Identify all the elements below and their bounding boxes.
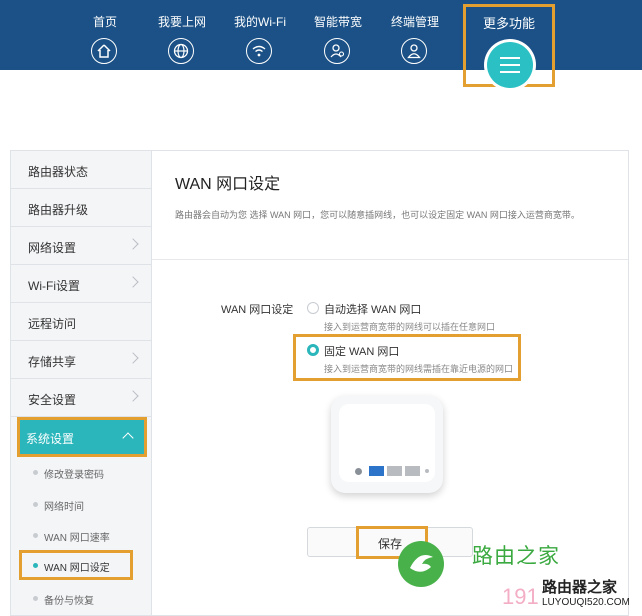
sidebar-subitem-label: 修改登录密码 — [44, 470, 104, 481]
option-fixed-wan-title[interactable]: 固定 WAN 网口 — [324, 343, 399, 359]
bullet-icon — [33, 470, 38, 475]
chevron-right-icon — [127, 390, 139, 402]
router-illustration — [331, 396, 443, 493]
sidebar-subitem-wan-speed[interactable]: WAN 网口速率 — [11, 520, 151, 551]
sidebar-item-security-settings[interactable]: 安全设置 — [11, 379, 151, 417]
sidebar-item-wifi-settings[interactable]: Wi-Fi设置 — [11, 265, 151, 303]
sidebar-item-system-settings[interactable]: 系统设置 — [17, 417, 147, 457]
radio-auto-wan[interactable] — [307, 302, 319, 314]
option-auto-wan-title[interactable]: 自动选择 WAN 网口 — [324, 301, 421, 317]
nav-item-bandwidth[interactable]: 智能带宽 — [299, 0, 377, 70]
wan-setting-label: WAN 网口设定 — [221, 304, 294, 316]
chevron-right-icon — [127, 276, 139, 288]
divider — [152, 259, 628, 260]
sidebar-item-label: 存储共享 — [28, 355, 77, 369]
chevron-right-icon — [127, 238, 139, 250]
watermark-url: LUYOUQI520.COM — [542, 597, 630, 608]
sidebar-item-label: 系统设置 — [26, 432, 75, 446]
globe-icon — [168, 38, 194, 64]
lan-port-icon — [387, 466, 402, 476]
radio-fixed-wan[interactable] — [307, 344, 319, 356]
sidebar-item-label: 路由器状态 — [28, 165, 89, 179]
bullet-icon — [33, 533, 38, 538]
nav-label: 智能带宽 — [313, 15, 362, 29]
sidebar-item-label: 安全设置 — [28, 393, 77, 407]
sidebar-item-router-status[interactable]: 路由器状态 — [11, 151, 151, 189]
nav-label: 首页 — [92, 15, 117, 29]
watermark-text: 路由之家 — [472, 545, 560, 568]
top-navigation: 首页 我要上网 我的Wi-Fi 智能带宽 终端管理 更多功能 — [0, 0, 642, 88]
lan-port-icon — [405, 466, 420, 476]
wan-port-icon — [369, 466, 384, 476]
menu-icon[interactable] — [487, 42, 533, 88]
sidebar-subitem-backup-restore[interactable]: 备份与恢复 — [11, 583, 151, 614]
sidebar-item-label: 远程访问 — [28, 317, 77, 331]
sidebar-subitem-label: WAN 网口速率 — [44, 533, 110, 544]
nav-item-devices[interactable]: 终端管理 — [376, 0, 454, 70]
user-icon — [401, 38, 427, 64]
sidebar-item-label: Wi-Fi设置 — [28, 279, 80, 293]
sidebar: 路由器状态 路由器升级 网络设置 Wi-Fi设置 远程访问 存储共享 安全设置 … — [10, 150, 151, 616]
nav-label: 我要上网 — [157, 15, 206, 29]
sidebar-subitem-change-password[interactable]: 修改登录密码 — [11, 457, 151, 488]
chevron-right-icon — [127, 352, 139, 364]
bullet-icon — [33, 502, 38, 507]
sidebar-item-label: 路由器升级 — [28, 203, 89, 217]
watermark-brand: 路由器之家 — [542, 579, 618, 596]
power-port-icon — [355, 468, 362, 475]
sidebar-item-router-upgrade[interactable]: 路由器升级 — [11, 189, 151, 227]
wifi-icon — [246, 38, 272, 64]
watermark-number: 191 — [502, 584, 539, 609]
sidebar-item-remote-access[interactable]: 远程访问 — [11, 303, 151, 341]
nav-label: 更多功能 — [482, 16, 535, 31]
nav-item-internet[interactable]: 我要上网 — [143, 0, 221, 70]
sidebar-item-label: 网络设置 — [28, 241, 77, 255]
sidebar-subitem-network-time[interactable]: 网络时间 — [11, 489, 151, 520]
nav-item-more-functions[interactable]: 更多功能 — [463, 4, 555, 88]
sidebar-item-network-settings[interactable]: 网络设置 — [11, 227, 151, 265]
reset-hole-icon — [425, 469, 429, 473]
bullet-icon — [33, 596, 38, 601]
bandwidth-icon — [324, 38, 350, 64]
chevron-up-icon — [122, 432, 134, 444]
page-title: WAN 网口设定 — [175, 176, 281, 193]
home-icon — [91, 38, 117, 64]
sidebar-subitem-label: 网络时间 — [44, 502, 84, 513]
nav-item-home[interactable]: 首页 — [66, 0, 144, 70]
router-face — [339, 404, 435, 482]
option-auto-wan-hint: 接入到运营商宽带的网线可以插在任意网口 — [324, 322, 496, 332]
nav-item-wifi[interactable]: 我的Wi-Fi — [221, 0, 299, 70]
nav-label: 我的Wi-Fi — [234, 15, 286, 29]
option-fixed-wan-hint: 接入到运营商宽带的网线需插在靠近电源的网口 — [324, 364, 514, 374]
page-description: 路由器会自动为您 选择 WAN 网口，您可以随意插网线，也可以设定固定 WAN … — [175, 210, 580, 220]
sidebar-subitem-label: 备份与恢复 — [44, 596, 94, 607]
nav-label: 终端管理 — [390, 15, 439, 29]
highlight-box — [19, 550, 133, 580]
sidebar-item-storage-sharing[interactable]: 存储共享 — [11, 341, 151, 379]
watermark-logo-icon — [398, 541, 444, 587]
